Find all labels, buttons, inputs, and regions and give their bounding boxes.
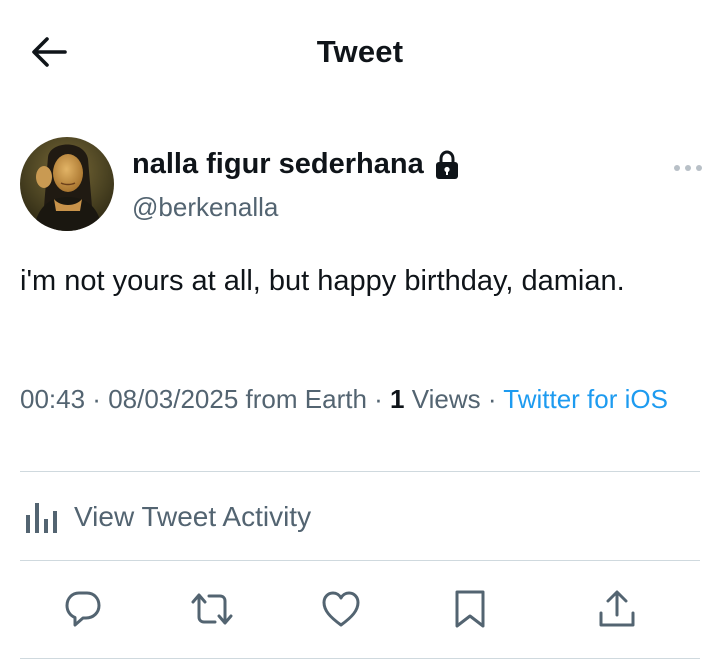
avatar[interactable] [20,137,114,231]
views-label: Views [404,384,481,414]
divider [20,560,700,561]
tweet-actions [0,584,720,634]
avatar-image [20,137,114,231]
tweet-date: 08/03/2025 [108,384,239,414]
lock-icon [434,149,460,180]
reply-icon [65,591,101,627]
more-options-button[interactable] [670,156,706,180]
tweet-text: i'm not yours at all, but happy birthday… [20,265,625,297]
tweet-source-link[interactable]: Twitter for iOS [503,384,668,414]
like-button[interactable] [316,584,366,634]
meta-separator: · [85,384,109,414]
reply-button[interactable] [58,584,108,634]
bar-chart-icon [26,503,57,533]
author-handle[interactable]: @berkenalla [132,192,278,223]
tweet-location: from Earth [238,384,367,414]
tweet-time: 00:43 [20,384,86,414]
bookmark-icon [455,590,485,628]
page-title: Tweet [316,34,404,69]
more-dots-icon [674,165,702,171]
tweet-meta: 00:43 · 08/03/2025 from Earth · 1 Views … [20,382,690,416]
divider [20,658,700,659]
view-tweet-activity-button[interactable]: View Tweet Activity [24,496,311,538]
meta-separator: · [480,384,504,414]
views-count: 1 [390,384,405,414]
author-name-row[interactable]: nalla figur sederhana [132,148,460,181]
author-display-name: nalla figur sederhana [132,148,424,180]
view-tweet-activity-label: View Tweet Activity [74,501,312,532]
divider [20,471,700,472]
meta-separator: · [366,384,391,414]
share-icon [599,590,635,627]
top-bar: Tweet [0,0,720,108]
heart-icon [322,591,360,627]
bookmark-button[interactable] [445,584,495,634]
share-button[interactable] [592,584,642,634]
retweet-icon [191,593,233,625]
retweet-button[interactable] [187,584,237,634]
